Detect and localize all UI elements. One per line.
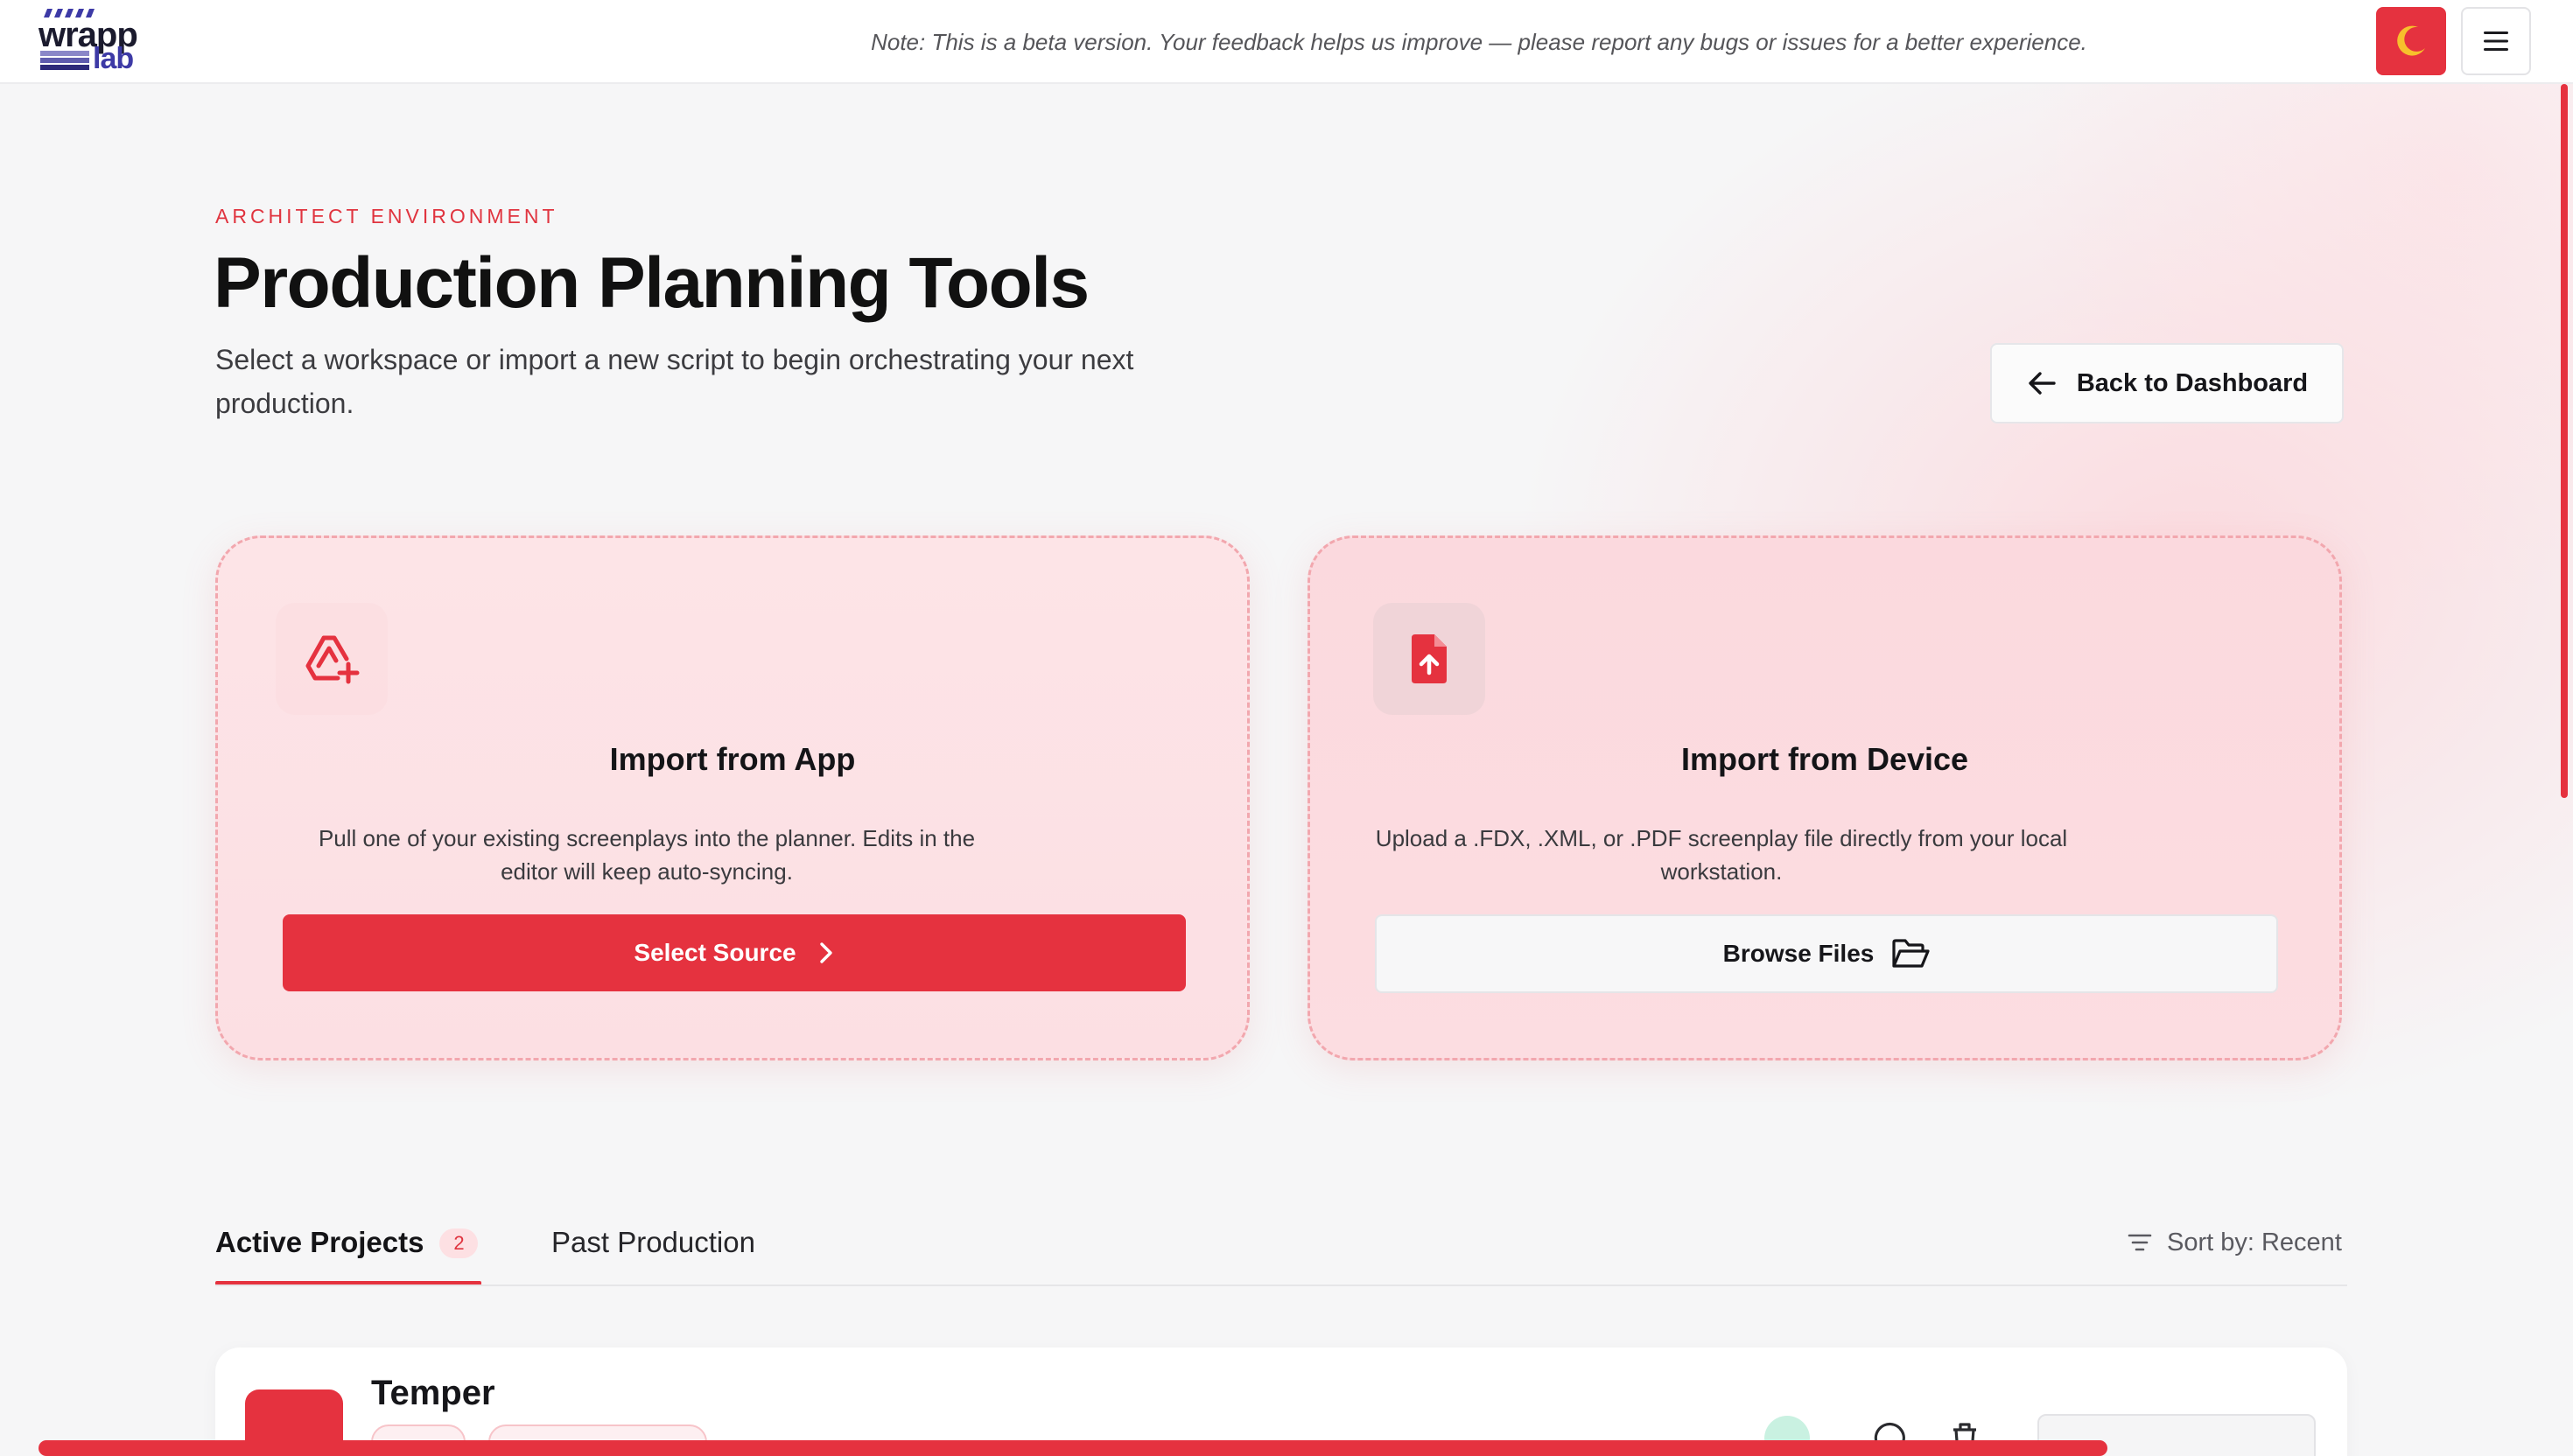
page: wrapp lab Note: This is a beta version. …: [0, 0, 2573, 1456]
import-from-device-card[interactable]: Import from Device Upload a .FDX, .XML, …: [1308, 536, 2342, 1060]
import-from-app-card[interactable]: Import from App Pull one of your existin…: [215, 536, 1250, 1060]
tab-active-projects[interactable]: Active Projects 2: [215, 1222, 479, 1286]
arrow-left-icon: [2029, 372, 2056, 395]
chevron-right-icon: [819, 942, 832, 963]
beta-notice: Note: This is a beta version. Your feedb…: [871, 29, 2087, 55]
tab-active-projects-label: Active Projects: [215, 1226, 424, 1258]
import-app-icon-tile: [276, 603, 388, 715]
top-bar: wrapp lab Note: This is a beta version. …: [0, 0, 2573, 84]
import-device-description: Upload a .FDX, .XML, or .PDF screenplay …: [1375, 825, 2068, 885]
sort-control[interactable]: Sort by: Recent: [2127, 1223, 2342, 1262]
import-app-description: Pull one of your existing screenplays in…: [318, 825, 976, 885]
browse-files-label: Browse Files: [1722, 940, 1875, 967]
tabs-divider: [215, 1284, 2347, 1286]
import-device-icon-tile: [1373, 603, 1485, 715]
active-projects-count-badge: 2: [439, 1228, 479, 1258]
file-upload-icon: [1412, 634, 1447, 683]
page-subtitle: Select a workspace or import a new scrip…: [215, 344, 1134, 419]
sort-label: Sort by: Recent: [2167, 1228, 2342, 1256]
import-device-title: Import from Device: [1680, 741, 1969, 777]
back-to-dashboard-button[interactable]: Back to Dashboard: [1990, 343, 2344, 424]
hamburger-menu-icon: [2484, 32, 2508, 51]
section-eyebrow: ARCHITECT ENVIRONMENT: [215, 205, 558, 228]
tab-past-production[interactable]: Past Production: [551, 1222, 755, 1264]
import-app-title: Import from App: [609, 741, 856, 777]
logo-word-lab: lab: [93, 42, 134, 75]
folder-open-icon: [1892, 939, 1930, 968]
theme-toggle-button[interactable]: [2376, 7, 2446, 75]
logo-clapper: [40, 51, 89, 70]
scrollbar-thumb[interactable]: [2561, 84, 2568, 798]
browse-files-button[interactable]: Browse Files: [1375, 914, 2278, 993]
wrapp-lab-logo[interactable]: wrapp lab: [39, 5, 152, 74]
back-to-dashboard-label: Back to Dashboard: [2076, 368, 2309, 397]
filter-lines-icon: [2128, 1234, 2152, 1251]
menu-button[interactable]: [2461, 7, 2531, 75]
select-source-label: Select Source: [634, 939, 796, 966]
moon-icon: [2397, 25, 2425, 56]
select-source-button[interactable]: Select Source: [283, 914, 1186, 991]
project-name: Temper: [371, 1374, 495, 1412]
page-progress-bar: [39, 1440, 2107, 1456]
page-title: Production Planning Tools: [214, 243, 1090, 323]
drive-add-icon: [305, 635, 360, 684]
